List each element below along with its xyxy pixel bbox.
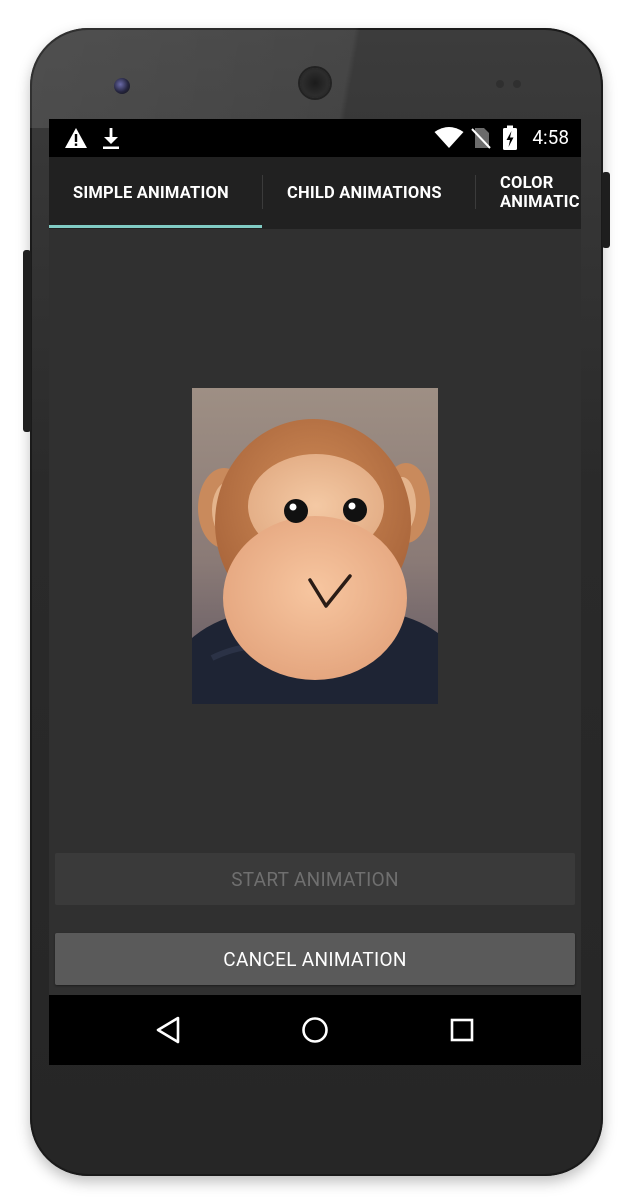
download-icon [99, 119, 123, 157]
wifi-icon [433, 119, 465, 157]
navigation-bar [49, 995, 581, 1065]
tab-child-animations[interactable]: CHILD ANIMATIONS [287, 157, 477, 229]
tab-simple-animation[interactable]: SIMPLE ANIMATION [73, 157, 263, 229]
light-sensor [513, 80, 521, 88]
earpiece-speaker [300, 68, 330, 98]
status-clock: 4:58 [532, 126, 569, 149]
power-button [602, 172, 610, 248]
battery-charging-icon [499, 119, 521, 157]
warning-icon [63, 119, 89, 157]
recents-icon[interactable] [432, 995, 492, 1065]
home-icon[interactable] [285, 995, 345, 1065]
tab-bar: SIMPLE ANIMATION CHILD ANIMATIONS COLOR … [49, 157, 581, 229]
proximity-sensor [496, 80, 504, 88]
monkey-plush-icon [192, 388, 438, 704]
tab-label: CHILD ANIMATIONS [287, 183, 442, 203]
tab-divider [262, 175, 263, 209]
tab-label: SIMPLE ANIMATION [73, 183, 229, 203]
status-bar: 4:58 [49, 119, 581, 157]
tab-indicator [49, 225, 262, 228]
start-animation-label: START ANIMATION [231, 867, 399, 891]
cancel-animation-button[interactable]: CANCEL ANIMATION [55, 933, 575, 985]
tab-color-animations[interactable]: COLOR ANIMATIC [500, 157, 581, 229]
volume-button [23, 250, 31, 432]
start-animation-button[interactable]: START ANIMATION [55, 853, 575, 905]
cancel-animation-label: CANCEL ANIMATION [223, 947, 407, 971]
tab-label-line1: COLOR [500, 174, 554, 193]
app-screen: 4:58 SIMPLE ANIMATION CHILD ANIMATIONS C… [49, 119, 581, 1065]
no-sim-icon [469, 119, 493, 157]
back-icon[interactable] [138, 995, 198, 1065]
tab-divider [475, 175, 476, 209]
front-camera [114, 78, 130, 94]
tab-label-line2: ANIMATIC [500, 193, 580, 212]
monkey-image [192, 388, 438, 704]
